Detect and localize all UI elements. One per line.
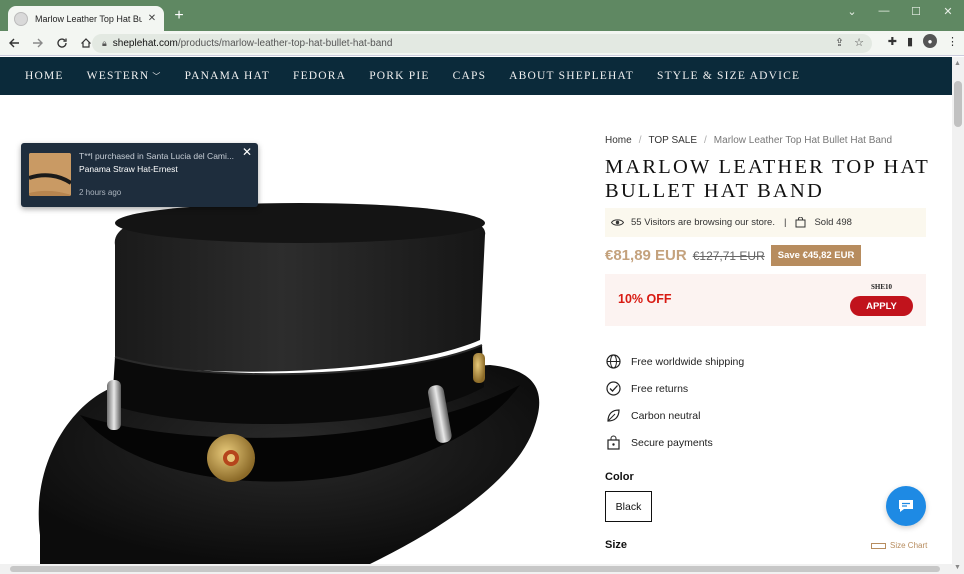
horizontal-scrollbar[interactable] (0, 564, 952, 574)
nav-style-size-advice[interactable]: STYLE & SIZE ADVICE (657, 70, 800, 82)
coupon-box: 10% OFF SHE10 APPLY (605, 274, 926, 326)
chat-bubble-icon (899, 500, 913, 512)
extensions-puzzle-icon[interactable]: ✚ (888, 35, 897, 48)
shopping-bag-icon (795, 217, 807, 228)
feature-shipping: Free worldwide shipping (605, 348, 744, 375)
nav-pork-pie[interactable]: PORK PIE (369, 70, 429, 82)
feature-returns: Free returns (605, 375, 744, 402)
visitors-text: 55 Visitors are browsing our store. (631, 217, 775, 228)
recent-purchase-popup[interactable]: T**l purchased in Santa Lucia del Cami..… (21, 143, 258, 207)
browser-toolbar: 🔒︎ sheplehat.com/products/marlow-leather… (0, 31, 964, 56)
leaf-icon (605, 408, 621, 424)
coupon-code: SHE10 (871, 283, 893, 291)
feature-secure: Secure payments (605, 429, 744, 456)
sale-price: €81,89 EUR (605, 247, 687, 264)
browser-tab[interactable]: Marlow Leather Top Hat Bullet H ✕ (8, 6, 164, 31)
vertical-scrollbar[interactable]: ▲ ▼ (952, 57, 964, 574)
favicon-icon (14, 11, 28, 26)
bookmark-star-icon[interactable]: ☆ (854, 36, 864, 49)
address-bar[interactable]: 🔒︎ sheplehat.com/products/marlow-leather… (92, 34, 872, 53)
horizontal-scrollbar-thumb[interactable] (10, 566, 940, 572)
chevron-down-icon: ﹀ (152, 72, 162, 81)
popup-product-thumbnail (29, 153, 71, 196)
nav-panama-hat[interactable]: PANAMA HAT (185, 70, 270, 82)
nav-home[interactable]: HOME (25, 70, 64, 82)
scroll-down-icon[interactable]: ▼ (954, 564, 961, 571)
sold-count: Sold 498 (814, 217, 852, 228)
minimize-button[interactable]: — (868, 0, 900, 22)
apply-coupon-button[interactable]: APPLY (850, 296, 913, 316)
browser-tab-strip: Marlow Leather Top Hat Bullet H ✕ + ⌄ — … (0, 0, 964, 31)
forward-button[interactable] (28, 33, 48, 53)
breadcrumb-home[interactable]: Home (605, 135, 632, 146)
color-label: Color (605, 471, 634, 483)
home-icon (81, 38, 91, 48)
secure-lock-icon (605, 435, 621, 451)
share-icon[interactable]: ⇪ (835, 36, 844, 49)
compare-price: €127,71 EUR (692, 248, 765, 263)
breadcrumb-category[interactable]: TOP SALE (648, 135, 697, 146)
feature-carbon: Carbon neutral (605, 402, 744, 429)
scroll-up-icon[interactable]: ▲ (954, 60, 961, 67)
product-title: MARLOW LEATHER TOP HAT BULLET HAT BAND (605, 156, 930, 202)
menu-kebab-icon[interactable]: ⋮ (947, 35, 958, 48)
tab-title: Marlow Leather Top Hat Bullet H (35, 13, 142, 24)
scrollbar-thumb[interactable] (954, 81, 962, 127)
size-label: Size (605, 539, 628, 551)
nav-fedora[interactable]: FEDORA (293, 70, 346, 82)
ruler-icon (871, 542, 886, 549)
maximize-button[interactable]: ☐ (900, 0, 932, 22)
price-row: €81,89 EUR €127,71 EUR Save €45,82 EUR (605, 245, 862, 266)
coupon-discount: 10% OFF (618, 292, 672, 306)
tab-close-icon[interactable]: ✕ (146, 13, 158, 24)
side-panel-icon[interactable]: ▮ (907, 35, 913, 48)
popup-product-name[interactable]: Panama Straw Hat-Ernest (79, 164, 178, 174)
eye-icon (611, 218, 625, 227)
nav-caps[interactable]: CAPS (453, 70, 487, 82)
back-button[interactable] (4, 33, 24, 53)
chat-button[interactable] (886, 486, 926, 526)
window-controls: ⌄ — ☐ ✕ (836, 0, 964, 22)
close-icon[interactable]: ✕ (242, 145, 252, 159)
tab-search-icon[interactable]: ⌄ (836, 0, 868, 22)
close-window-button[interactable]: ✕ (932, 0, 964, 22)
new-tab-button[interactable]: + (171, 6, 187, 26)
forward-arrow-icon (33, 38, 43, 48)
breadcrumb-current: Marlow Leather Top Hat Bullet Hat Band (713, 135, 893, 146)
nav-western[interactable]: WESTERN ﹀ (87, 70, 162, 82)
color-option-black[interactable]: Black (605, 491, 652, 522)
save-badge: Save €45,82 EUR (770, 245, 862, 266)
visitors-bar: 55 Visitors are browsing our store. | So… (605, 208, 926, 237)
lock-icon[interactable]: 🔒︎ (102, 38, 107, 49)
breadcrumb: Home / TOP SALE / Marlow Leather Top Hat Bul… (605, 135, 893, 146)
back-arrow-icon (9, 38, 19, 48)
features-list: Free worldwide shipping Free returns Car… (605, 348, 744, 456)
size-chart-link[interactable]: Size Chart (871, 541, 927, 550)
globe-icon (605, 354, 621, 370)
reload-icon (57, 38, 67, 48)
profile-avatar-icon[interactable]: ● (923, 34, 937, 48)
popup-purchase-text: T**l purchased in Santa Lucia del Cami..… (79, 151, 234, 161)
popup-time: 2 hours ago (79, 188, 122, 197)
check-circle-icon (605, 381, 621, 397)
product-page: T**l purchased in Santa Lucia del Cami..… (0, 95, 952, 564)
url-text: sheplehat.com/products/marlow-leather-to… (112, 38, 393, 49)
site-navigation: HOME WESTERN ﹀ PANAMA HAT FEDORA PORK PIE… (0, 57, 952, 95)
nav-about[interactable]: ABOUT SHEPLEHAT (509, 70, 634, 82)
reload-button[interactable] (52, 33, 72, 53)
